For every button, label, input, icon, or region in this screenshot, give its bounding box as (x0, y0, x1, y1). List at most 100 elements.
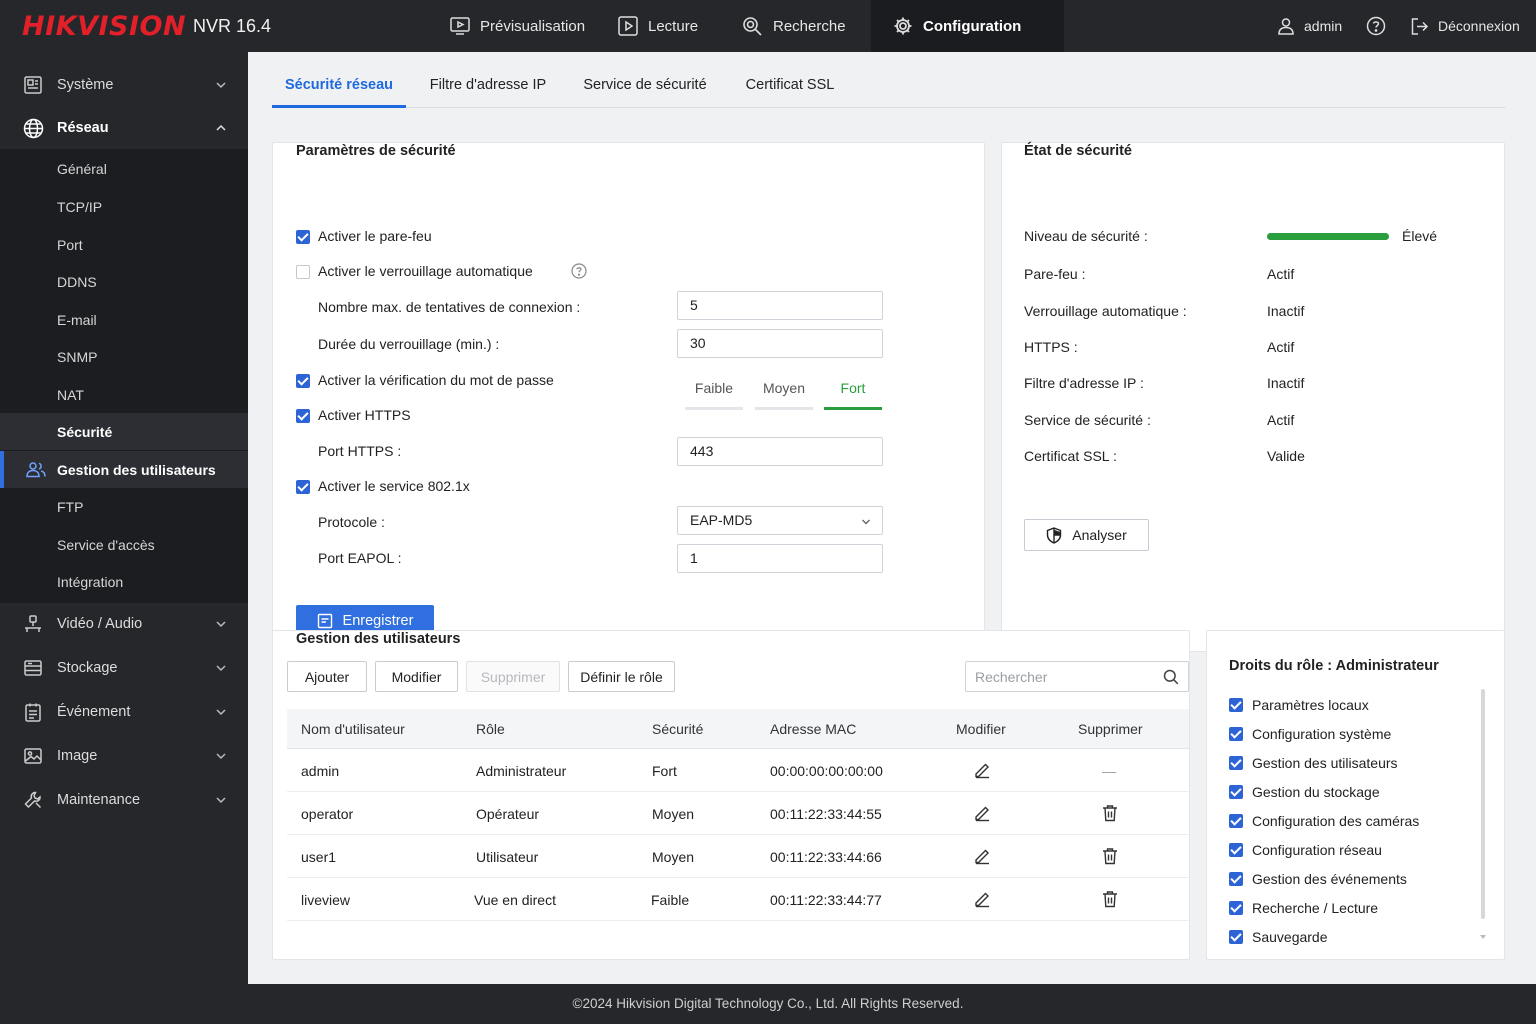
sidebar-item-general[interactable]: Général (0, 150, 248, 187)
nav-playback[interactable]: Lecture (596, 0, 720, 52)
col-mac: Adresse MAC (770, 721, 857, 737)
checkbox-checked[interactable] (1229, 785, 1243, 799)
chevron-down-icon (214, 617, 228, 631)
nav-search[interactable]: Recherche (720, 0, 868, 52)
checkbox-checked[interactable] (1229, 698, 1243, 712)
status-ssl-value: Valide (1267, 448, 1305, 464)
table-row[interactable]: liveview Vue en direct Faible 00:11:22:3… (287, 878, 1189, 921)
checkbox-checked[interactable] (1229, 814, 1243, 828)
status-ssl-label: Certificat SSL : (1024, 448, 1117, 464)
nav-configuration[interactable]: Configuration (871, 0, 1064, 52)
sidebar-item-snmp[interactable]: SNMP (0, 338, 248, 375)
right-item[interactable]: Sauvegarde (1229, 927, 1328, 947)
checkbox-checked[interactable] (1229, 872, 1243, 886)
table-row[interactable]: user1 Utilisateur Moyen 00:11:22:33:44:6… (287, 835, 1189, 878)
sidebar-item-tcpip[interactable]: TCP/IP (0, 188, 248, 225)
strength-faible[interactable]: Faible (685, 380, 743, 410)
scroll-down-icon[interactable] (1478, 933, 1488, 941)
logout-button[interactable]: Déconnexion (1410, 0, 1520, 52)
wrench-icon (23, 790, 43, 810)
trash-icon[interactable] (1102, 890, 1118, 908)
sidebar-group-evenement[interactable]: Événement (0, 691, 248, 733)
right-label: Configuration réseau (1252, 842, 1382, 858)
edit-user-button[interactable]: Modifier (375, 661, 458, 692)
logout-icon (1410, 17, 1429, 36)
checkbox-checked[interactable] (1229, 756, 1243, 770)
sidebar-item-port[interactable]: Port (0, 226, 248, 263)
set-role-button[interactable]: Définir le rôle (568, 661, 675, 692)
trash-icon[interactable] (1102, 847, 1118, 865)
sidebar-item-integration[interactable]: Intégration (0, 563, 248, 600)
sidebar-group-stockage[interactable]: Stockage (0, 647, 248, 689)
firewall-checkbox[interactable] (296, 230, 310, 244)
tab-security-service[interactable]: Service de sécurité (578, 66, 712, 108)
add-user-button[interactable]: Ajouter (287, 661, 367, 692)
strength-moyen[interactable]: Moyen (755, 380, 813, 410)
eapol-port-input[interactable]: 1 (677, 544, 883, 573)
right-item[interactable]: Gestion des utilisateurs (1229, 753, 1398, 773)
sidebar-group-maintenance[interactable]: Maintenance (0, 779, 248, 821)
right-item[interactable]: Paramètres locaux (1229, 695, 1369, 715)
right-item[interactable]: Gestion des événements (1229, 869, 1407, 889)
cell-username: liveview (301, 892, 351, 908)
tab-network-security[interactable]: Sécurité réseau (272, 66, 406, 108)
search-input[interactable] (966, 662, 1146, 691)
right-item[interactable]: Configuration système (1229, 724, 1391, 744)
table-row[interactable]: admin Administrateur Fort 00:00:00:00:00… (287, 749, 1189, 792)
https-port-input[interactable]: 443 (677, 437, 883, 466)
edit-icon[interactable] (973, 847, 991, 865)
https-checkbox[interactable] (296, 409, 310, 423)
dot1x-label: Activer le service 802.1x (318, 478, 470, 494)
edit-icon[interactable] (973, 761, 991, 779)
max-attempts-input[interactable]: 5 (677, 291, 883, 320)
edit-icon[interactable] (973, 890, 991, 908)
col-delete: Supprimer (1078, 721, 1143, 737)
checkbox-checked[interactable] (1229, 843, 1243, 857)
sidebar-item-access-service[interactable]: Service d'accès (0, 526, 248, 563)
right-item[interactable]: Configuration réseau (1229, 840, 1382, 860)
user-search (965, 661, 1189, 692)
protocol-select[interactable]: EAP-MD5 (677, 506, 883, 535)
sidebar-item-nat[interactable]: NAT (0, 376, 248, 413)
tab-ssl-certificate[interactable]: Certificat SSL (736, 66, 844, 108)
right-item[interactable]: Configuration des caméras (1229, 811, 1419, 831)
nav-preview[interactable]: Prévisualisation (428, 0, 607, 52)
tab-ip-filter[interactable]: Filtre d'adresse IP (422, 66, 554, 108)
sidebar-item-securite[interactable]: Sécurité (0, 413, 248, 450)
status-security-service-value: Actif (1267, 412, 1295, 428)
sidebar-group-image[interactable]: Image (0, 735, 248, 777)
right-item[interactable]: Recherche / Lecture (1229, 898, 1378, 918)
sidebar-item-ftp[interactable]: FTP (0, 488, 248, 525)
sidebar-group-systeme[interactable]: Système (0, 64, 248, 106)
sidebar-group-video-audio[interactable]: Vidéo / Audio (0, 603, 248, 645)
help-button[interactable] (1366, 0, 1386, 52)
checkbox-checked[interactable] (1229, 727, 1243, 741)
sidebar-item-user-management[interactable]: Gestion des utilisateurs (0, 451, 248, 488)
lock-duration-label: Durée du verrouillage (min.) : (318, 336, 500, 352)
security-level-value: Élevé (1402, 228, 1438, 244)
strength-fort[interactable]: Fort (824, 380, 882, 410)
edit-icon[interactable] (973, 804, 991, 822)
delete-user-button[interactable]: Supprimer (466, 661, 560, 692)
scrollbar[interactable] (1481, 689, 1485, 919)
lock-duration-input[interactable]: 30 (677, 329, 883, 358)
checkbox-checked[interactable] (1229, 930, 1243, 944)
info-icon[interactable] (571, 263, 587, 279)
sidebar-group-reseau[interactable]: Réseau (0, 107, 248, 149)
eapol-port-label: Port EAPOL : (318, 550, 402, 566)
search-icon (1163, 669, 1179, 685)
sidebar-group-label: Événement (57, 704, 131, 720)
sidebar-item-email[interactable]: E-mail (0, 301, 248, 338)
analyze-button[interactable]: Analyser (1024, 519, 1149, 551)
trash-icon[interactable] (1102, 804, 1118, 822)
cell-username: admin (301, 763, 340, 779)
dot1x-checkbox[interactable] (296, 480, 310, 494)
user-management-panel: Gestion des utilisateurs Ajouter Modifie… (272, 630, 1190, 960)
user-menu[interactable]: admin (1277, 0, 1342, 52)
password-check-checkbox[interactable] (296, 374, 310, 388)
right-item[interactable]: Gestion du stockage (1229, 782, 1380, 802)
sidebar-item-ddns[interactable]: DDNS (0, 263, 248, 300)
autolock-checkbox[interactable] (296, 265, 310, 279)
checkbox-checked[interactable] (1229, 901, 1243, 915)
table-row[interactable]: operator Opérateur Moyen 00:11:22:33:44:… (287, 792, 1189, 835)
